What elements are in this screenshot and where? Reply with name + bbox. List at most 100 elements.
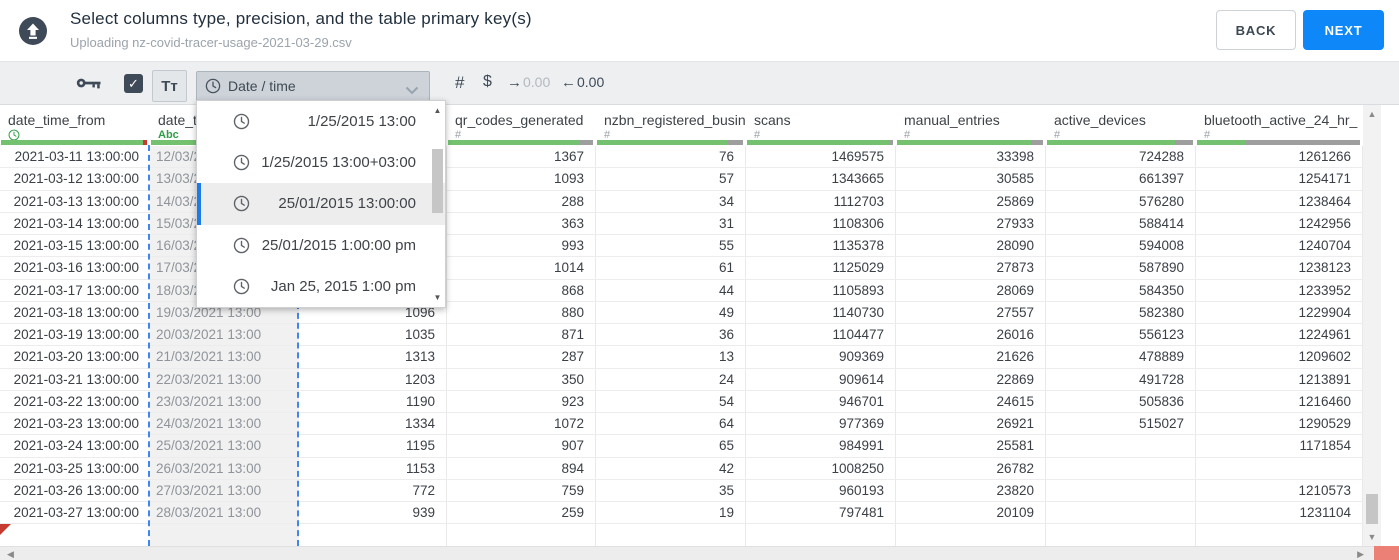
table-cell[interactable]: 22869 — [896, 368, 1046, 391]
table-cell[interactable]: 984991 — [746, 435, 896, 458]
table-cell[interactable]: 1125029 — [746, 257, 896, 280]
table-cell[interactable]: 23820 — [896, 479, 1046, 502]
dropdown-scrollbar[interactable]: ▲ ▼ — [430, 101, 445, 307]
table-cell[interactable]: 880 — [447, 301, 596, 324]
table-cell[interactable]: 556123 — [1046, 324, 1196, 347]
table-cell[interactable]: 13 — [596, 346, 746, 369]
vertical-scrollbar-thumb[interactable] — [1366, 494, 1378, 524]
table-cell[interactable]: 1334 — [299, 413, 447, 436]
table-cell[interactable]: 1014 — [447, 257, 596, 280]
primary-key-icon[interactable] — [76, 76, 102, 91]
table-cell[interactable]: 1135378 — [746, 235, 896, 258]
table-cell[interactable]: 64 — [596, 413, 746, 436]
table-cell[interactable]: 772 — [299, 479, 447, 502]
table-cell[interactable]: 1190 — [299, 390, 447, 413]
table-cell[interactable]: 20/03/2021 13:00 — [150, 324, 299, 347]
table-cell[interactable]: 21626 — [896, 346, 1046, 369]
scroll-right-icon[interactable]: ▶ — [1357, 549, 1364, 560]
number-type-button[interactable]: # — [449, 72, 470, 94]
currency-type-button[interactable]: $ — [477, 72, 498, 92]
table-cell[interactable] — [1046, 457, 1196, 480]
table-cell[interactable]: 27/03/2021 13:00 — [150, 479, 299, 502]
table-cell[interactable] — [447, 524, 596, 547]
table-cell[interactable]: 2021-03-12 13:00:00 — [0, 168, 150, 191]
table-cell[interactable]: 22/03/2021 13:00 — [150, 368, 299, 391]
table-cell[interactable]: 44 — [596, 279, 746, 302]
table-cell[interactable]: 1035 — [299, 324, 447, 347]
table-cell[interactable]: 2021-03-22 13:00:00 — [0, 391, 150, 413]
table-cell[interactable] — [1196, 524, 1363, 547]
date-format-option[interactable]: 1/25/2015 13:00+03:00 — [197, 142, 445, 183]
table-cell[interactable]: 868 — [447, 279, 596, 302]
table-cell[interactable]: 1216460 — [1196, 390, 1363, 413]
table-cell[interactable]: 1313 — [299, 346, 447, 369]
table-cell[interactable]: 1343665 — [746, 168, 896, 191]
table-cell[interactable]: 2021-03-13 13:00:00 — [0, 191, 150, 213]
table-cell[interactable]: 1238123 — [1196, 257, 1363, 280]
table-cell[interactable]: 25/03/2021 13:00 — [150, 435, 299, 458]
table-cell[interactable]: 61 — [596, 257, 746, 280]
table-cell[interactable]: 57 — [596, 168, 746, 191]
table-cell[interactable]: 27873 — [896, 257, 1046, 280]
table-cell[interactable]: 2021-03-27 13:00:00 — [0, 502, 150, 525]
table-cell[interactable]: 65 — [596, 435, 746, 458]
table-cell[interactable]: 505836 — [1046, 390, 1196, 413]
table-cell[interactable]: 1231104 — [1196, 502, 1363, 525]
table-cell[interactable]: 1469575 — [746, 146, 896, 169]
table-cell[interactable]: 24/03/2021 13:00 — [150, 413, 299, 436]
table-cell[interactable] — [596, 524, 746, 547]
table-cell[interactable] — [1196, 457, 1363, 480]
scroll-down-icon[interactable]: ▼ — [1363, 532, 1381, 542]
table-cell[interactable]: 1171854 — [1196, 435, 1363, 458]
scroll-left-icon[interactable]: ◀ — [7, 549, 14, 560]
table-cell[interactable]: 907 — [447, 435, 596, 458]
table-cell[interactable]: 26921 — [896, 413, 1046, 436]
table-cell[interactable]: 1105893 — [746, 279, 896, 302]
table-cell[interactable]: 584350 — [1046, 279, 1196, 302]
table-cell[interactable]: 36 — [596, 324, 746, 347]
table-cell[interactable]: 28090 — [896, 235, 1046, 258]
table-cell[interactable]: 49 — [596, 301, 746, 324]
table-cell[interactable]: 26016 — [896, 324, 1046, 347]
table-cell[interactable]: 1209602 — [1196, 346, 1363, 369]
column-header[interactable]: active_devices # — [1046, 105, 1196, 141]
table-cell[interactable] — [746, 524, 896, 547]
column-header[interactable]: date_time_from — [0, 105, 150, 141]
table-cell[interactable]: 34 — [596, 190, 746, 213]
table-cell[interactable]: 2021-03-21 13:00:00 — [0, 369, 150, 391]
table-cell[interactable]: 1242956 — [1196, 212, 1363, 235]
table-cell[interactable] — [896, 524, 1046, 547]
include-column-checkbox[interactable]: ✓ — [124, 74, 143, 93]
table-cell[interactable]: 20109 — [896, 502, 1046, 525]
table-cell[interactable]: 1072 — [447, 413, 596, 436]
table-cell[interactable]: 894 — [447, 457, 596, 480]
table-cell[interactable] — [150, 524, 299, 547]
back-button[interactable]: BACK — [1216, 10, 1296, 50]
table-cell[interactable]: 33398 — [896, 146, 1046, 169]
table-cell[interactable]: 1203 — [299, 368, 447, 391]
table-cell[interactable]: 1008250 — [746, 457, 896, 480]
table-cell[interactable]: 1229904 — [1196, 301, 1363, 324]
table-cell[interactable]: 55 — [596, 235, 746, 258]
table-cell[interactable]: 1238464 — [1196, 190, 1363, 213]
table-cell[interactable]: 25869 — [896, 190, 1046, 213]
table-cell[interactable]: 2021-03-15 13:00:00 — [0, 235, 150, 258]
table-cell[interactable]: 54 — [596, 390, 746, 413]
table-cell[interactable]: 2021-03-24 13:00:00 — [0, 435, 150, 458]
table-cell[interactable]: 30585 — [896, 168, 1046, 191]
table-cell[interactable] — [299, 524, 447, 547]
shift-decimal-right-button[interactable]: →0.00 — [507, 74, 550, 91]
table-cell[interactable]: 515027 — [1046, 413, 1196, 436]
table-cell[interactable]: 1112703 — [746, 190, 896, 213]
table-cell[interactable]: 2021-03-18 13:00:00 — [0, 302, 150, 324]
table-cell[interactable]: 42 — [596, 457, 746, 480]
table-cell[interactable]: 25581 — [896, 435, 1046, 458]
table-cell[interactable] — [1046, 524, 1196, 547]
table-cell[interactable]: 909614 — [746, 368, 896, 391]
table-cell[interactable]: 1210573 — [1196, 479, 1363, 502]
column-header[interactable]: qr_codes_generated # — [447, 105, 596, 141]
dropdown-scrollbar-thumb[interactable] — [432, 149, 443, 213]
table-cell[interactable] — [1046, 435, 1196, 458]
table-cell[interactable]: 797481 — [746, 502, 896, 525]
column-header[interactable]: nzbn_registered_busine # — [596, 105, 746, 141]
